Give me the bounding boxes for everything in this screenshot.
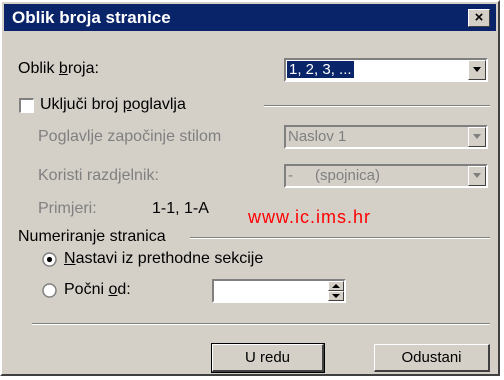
number-format-label: Oblik broja: bbox=[18, 60, 99, 77]
chevron-down-icon bbox=[473, 67, 481, 72]
examples-value: 1-1, 1-A bbox=[152, 200, 209, 217]
chapter-style-value: Naslov 1 bbox=[288, 128, 347, 145]
continue-label: Nastavi iz prethodne sekcije bbox=[64, 250, 264, 267]
chapter-style-select[interactable]: Naslov 1 bbox=[284, 125, 488, 149]
separator-line bbox=[264, 105, 490, 107]
spin-down-button[interactable] bbox=[328, 291, 344, 301]
dialog-title: Oblik broja stranice bbox=[12, 8, 171, 27]
separator-select[interactable]: - (spojnica) bbox=[284, 164, 488, 188]
separator-label: Koristi razdjelnik: bbox=[38, 167, 159, 184]
chevron-down-icon bbox=[473, 173, 481, 178]
separator-line bbox=[190, 237, 490, 239]
number-format-value: 1, 2, 3, ... bbox=[287, 61, 354, 78]
number-format-select[interactable]: 1, 2, 3, ... bbox=[284, 58, 488, 82]
chevron-down-icon bbox=[473, 134, 481, 139]
start-at-spinner[interactable] bbox=[212, 279, 346, 303]
chevron-up-icon bbox=[332, 284, 340, 288]
separator-dropdown-button[interactable] bbox=[468, 166, 486, 186]
include-chapter-checkbox[interactable] bbox=[19, 98, 34, 113]
separator-value: - (spojnica) bbox=[288, 167, 381, 184]
chapter-style-label: Poglavlje započinje stilom bbox=[38, 128, 222, 145]
number-format-dropdown-button[interactable] bbox=[468, 60, 486, 80]
cancel-button[interactable]: Odustani bbox=[374, 344, 490, 372]
continue-radio[interactable] bbox=[42, 252, 57, 267]
start-at-radio[interactable] bbox=[42, 283, 57, 298]
ok-button[interactable]: U redu bbox=[211, 343, 325, 373]
watermark: www.ic.ims.hr bbox=[248, 207, 372, 227]
separator-line bbox=[32, 323, 490, 325]
page-number-format-dialog: Oblik broja stranice × Oblik broja: 1, 2… bbox=[0, 0, 500, 376]
chapter-style-dropdown-button[interactable] bbox=[468, 127, 486, 147]
numbering-group-label: Numeriranje stranica bbox=[18, 228, 166, 245]
chevron-down-icon bbox=[332, 294, 340, 298]
examples-label: Primjeri: bbox=[38, 200, 97, 217]
include-chapter-label: Uključi broj poglavlja bbox=[40, 96, 186, 113]
title-bar[interactable]: Oblik broja stranice × bbox=[4, 4, 496, 31]
spin-up-button[interactable] bbox=[328, 281, 344, 291]
close-button[interactable]: × bbox=[468, 9, 490, 27]
start-at-label: Počni od: bbox=[64, 281, 131, 298]
